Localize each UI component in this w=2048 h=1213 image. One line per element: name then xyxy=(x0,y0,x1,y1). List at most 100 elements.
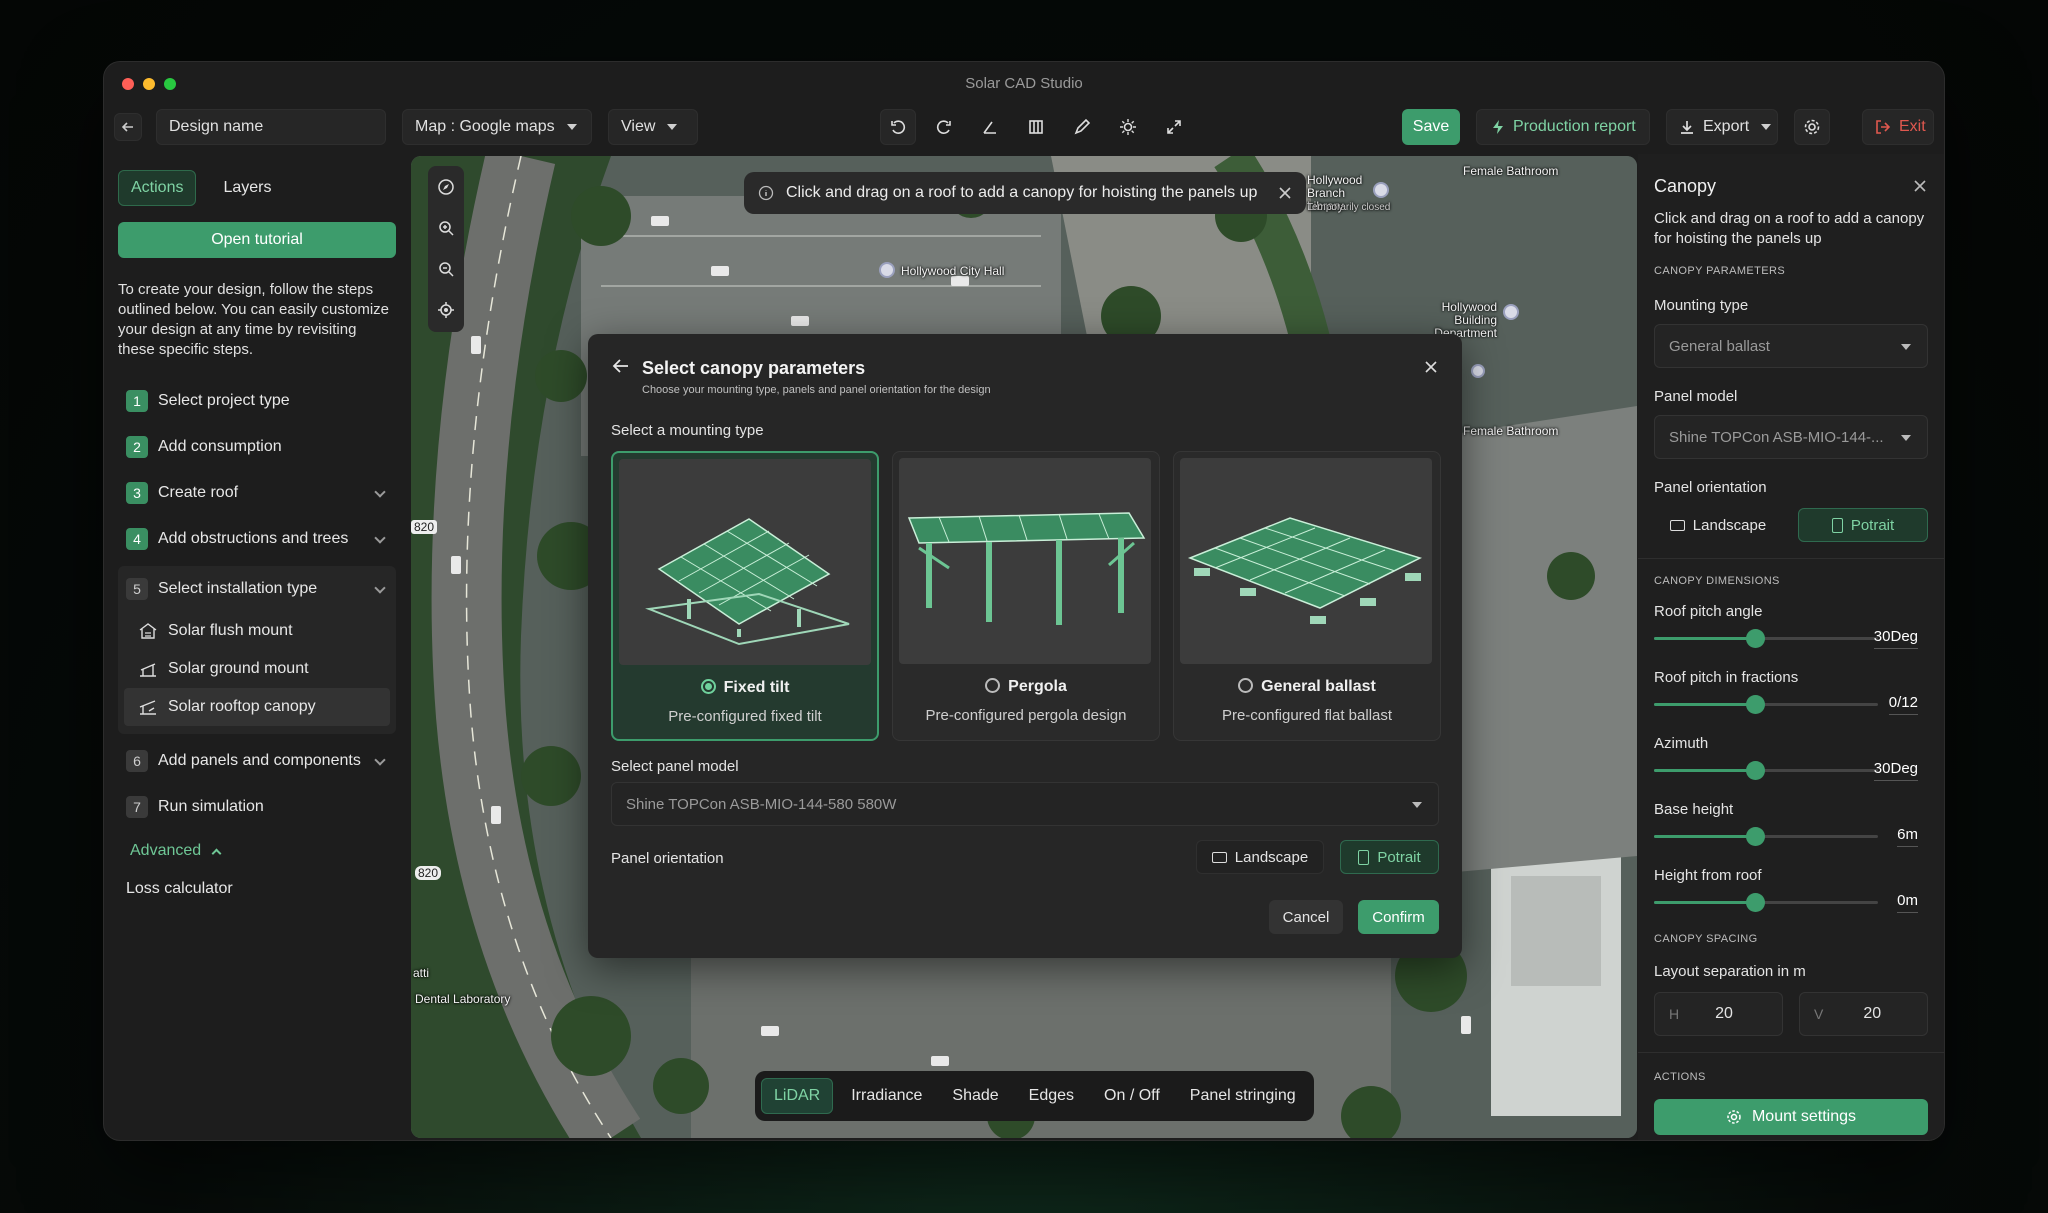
zoom-out-button[interactable] xyxy=(428,248,464,289)
step-create-roof[interactable]: 3 Create roof xyxy=(118,470,396,516)
slider-track[interactable] xyxy=(1654,695,1878,714)
step-label: Select project type xyxy=(158,392,290,409)
mount-settings-button[interactable]: Mount settings xyxy=(1654,1099,1928,1135)
production-report-button[interactable]: Production report xyxy=(1476,109,1650,145)
close-panel-button[interactable] xyxy=(1912,178,1928,194)
modal-potrait-button[interactable]: Potrait xyxy=(1340,840,1439,874)
slider-track[interactable] xyxy=(1654,761,1878,780)
card-title: Pergola xyxy=(893,678,1159,696)
advanced-toggle[interactable]: Advanced xyxy=(118,836,396,866)
pencil-tool-button[interactable] xyxy=(1064,109,1100,145)
back-button[interactable] xyxy=(114,113,142,141)
locate-button[interactable] xyxy=(428,289,464,330)
modal-landscape-button[interactable]: Landscape xyxy=(1196,840,1324,874)
step-add-panels[interactable]: 6 Add panels and components xyxy=(118,738,396,784)
tab-on-off[interactable]: On / Off xyxy=(1092,1078,1172,1114)
divider xyxy=(1638,558,1944,559)
tab-edges[interactable]: Edges xyxy=(1017,1078,1086,1114)
install-label: Solar rooftop canopy xyxy=(168,698,316,715)
exit-button[interactable]: Exit xyxy=(1862,109,1934,145)
tab-shade[interactable]: Shade xyxy=(940,1078,1010,1114)
install-solar-ground-mount[interactable]: Solar ground mount xyxy=(124,650,390,688)
card-description: Pre-configured pergola design xyxy=(925,707,1127,724)
slider-track[interactable] xyxy=(1654,893,1878,912)
portrait-icon xyxy=(1358,849,1370,865)
panel-model-select[interactable]: Shine TOPCon ASB-MIO-144-... xyxy=(1654,415,1928,459)
potrait-label: Potrait xyxy=(1377,848,1421,866)
step-add-obstructions[interactable]: 4 Add obstructions and trees xyxy=(118,516,396,562)
slider-handle[interactable] xyxy=(1745,893,1765,912)
potrait-button[interactable]: Potrait xyxy=(1798,508,1928,542)
mounting-type-select[interactable]: General ballast xyxy=(1654,324,1928,368)
modal-back-button[interactable] xyxy=(612,358,630,379)
tab-irradiance[interactable]: Irradiance xyxy=(839,1078,934,1114)
modal-panel-model-select[interactable]: Shine TOPCon ASB-MIO-144-580 580W xyxy=(611,782,1439,826)
fullscreen-button[interactable] xyxy=(1156,109,1192,145)
loss-calculator-link[interactable]: Loss calculator xyxy=(118,880,396,898)
title-bar: Solar CAD Studio xyxy=(104,62,1944,104)
open-tutorial-button[interactable]: Open tutorial xyxy=(118,222,396,258)
card-name: Pergola xyxy=(1008,678,1067,695)
design-name-input[interactable]: Design name xyxy=(156,109,386,145)
mounting-type-value: General ballast xyxy=(1669,337,1770,355)
slider-track[interactable] xyxy=(1654,827,1878,846)
slider-value[interactable]: 0m xyxy=(1897,892,1918,913)
minimize-window-button[interactable] xyxy=(143,78,155,90)
landmark-pin-icon[interactable] xyxy=(1471,364,1485,378)
mounting-card-fixed-tilt[interactable]: Fixed tilt Pre-configured fixed tilt xyxy=(611,451,879,741)
card-description: Pre-configured fixed tilt xyxy=(668,708,822,725)
slider-value[interactable]: 30Deg xyxy=(1873,628,1918,649)
step-select-installation-type[interactable]: 5 Select installation type xyxy=(118,566,396,612)
zoom-in-button[interactable] xyxy=(428,207,464,248)
slider-track[interactable] xyxy=(1654,629,1878,648)
mounting-card-general-ballast[interactable]: General ballast Pre-configured flat ball… xyxy=(1173,451,1441,741)
tab-actions[interactable]: Actions xyxy=(118,170,197,206)
modal-close-button[interactable] xyxy=(1424,360,1438,379)
slider-value[interactable]: 6m xyxy=(1897,826,1918,847)
slider-handle[interactable] xyxy=(1745,761,1765,780)
landmark-pin-icon[interactable] xyxy=(1373,182,1389,198)
slider-handle[interactable] xyxy=(1745,695,1765,714)
spacing-v-input[interactable]: V 20 xyxy=(1799,992,1928,1036)
slider-value[interactable]: 30Deg xyxy=(1873,760,1918,781)
map-select[interactable]: Map : Google maps xyxy=(402,109,592,145)
step-run-simulation[interactable]: 7 Run simulation xyxy=(118,784,396,830)
close-banner-button[interactable] xyxy=(1278,186,1292,200)
slider-value[interactable]: 0/12 xyxy=(1888,694,1918,715)
spacing-h-input[interactable]: H 20 xyxy=(1654,992,1783,1036)
install-solar-rooftop-canopy[interactable]: Solar rooftop canopy xyxy=(124,688,390,726)
save-button[interactable]: Save xyxy=(1402,109,1460,145)
step-add-consumption[interactable]: 2 Add consumption xyxy=(118,424,396,470)
settings-button[interactable] xyxy=(1794,109,1830,145)
landscape-button[interactable]: Landscape xyxy=(1654,508,1782,542)
confirm-button[interactable]: Confirm xyxy=(1358,900,1439,934)
panel-model-value: Shine TOPCon ASB-MIO-144-580 580W xyxy=(626,795,897,813)
angle-tool-button[interactable] xyxy=(972,109,1008,145)
installation-type-group: 5 Select installation type Solar flush mo… xyxy=(118,566,396,734)
close-window-button[interactable] xyxy=(122,78,134,90)
chevron-down-icon xyxy=(374,582,386,594)
tab-panel-stringing[interactable]: Panel stringing xyxy=(1178,1078,1308,1114)
ruler-tool-button[interactable] xyxy=(1018,109,1054,145)
compass-button[interactable] xyxy=(428,166,464,207)
landmark-pin-icon[interactable] xyxy=(879,262,895,278)
card-description: Pre-configured flat ballast xyxy=(1221,707,1393,724)
landmark-pin-icon[interactable] xyxy=(1503,304,1519,320)
section-canopy-spacing: CANOPY SPACING xyxy=(1654,933,1758,945)
maximize-window-button[interactable] xyxy=(164,78,176,90)
cancel-button[interactable]: Cancel xyxy=(1269,900,1343,934)
locate-icon xyxy=(438,301,454,318)
redo-button[interactable] xyxy=(926,109,962,145)
tab-lidar[interactable]: LiDAR xyxy=(761,1078,834,1114)
undo-button[interactable] xyxy=(880,109,916,145)
view-select[interactable]: View xyxy=(608,109,698,145)
sun-tool-button[interactable] xyxy=(1110,109,1146,145)
slider-handle[interactable] xyxy=(1745,827,1765,846)
mounting-card-pergola[interactable]: Pergola Pre-configured pergola design xyxy=(892,451,1160,741)
install-solar-flush-mount[interactable]: Solar flush mount xyxy=(124,612,390,650)
step-select-project-type[interactable]: 1 Select project type xyxy=(118,378,396,424)
modal-orientation-label: Panel orientation xyxy=(611,850,724,867)
export-button[interactable]: Export xyxy=(1666,109,1778,145)
slider-handle[interactable] xyxy=(1745,629,1765,648)
tab-layers[interactable]: Layers xyxy=(210,170,284,206)
